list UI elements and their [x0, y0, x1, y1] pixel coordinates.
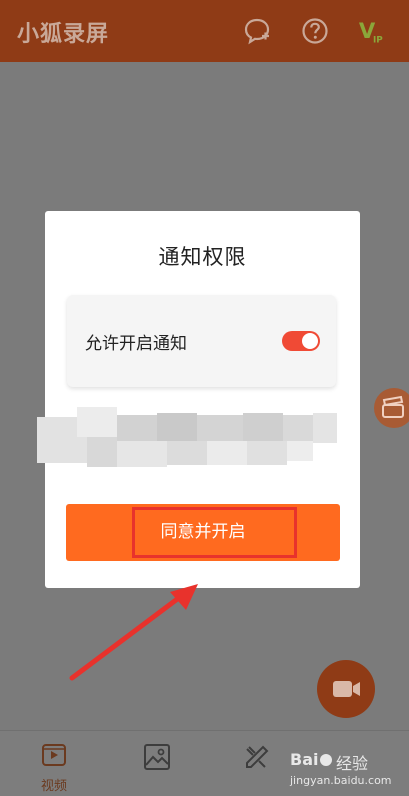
chat-add-icon[interactable] [242, 16, 272, 46]
app-header: 小狐录屏 V IP [0, 0, 409, 62]
video-icon [42, 744, 66, 766]
video-camera-icon [333, 681, 360, 697]
notification-switch[interactable] [282, 331, 320, 351]
nav-item-video[interactable]: 视频 [34, 743, 74, 794]
record-fab[interactable] [317, 660, 375, 718]
nav-label-video: 视频 [40, 779, 67, 794]
vip-icon[interactable]: V IP [358, 16, 388, 46]
nav-item-image[interactable] [142, 743, 172, 775]
nav-item-tools[interactable] [242, 743, 272, 775]
tools-icon [246, 745, 269, 768]
watermark-brand: Bai [290, 750, 318, 769]
watermark-text: 经验 [336, 754, 369, 773]
image-icon [144, 744, 170, 770]
blurred-text-region [37, 407, 337, 479]
vip-sub: IP [373, 35, 383, 45]
side-camera-badge[interactable] [374, 388, 409, 428]
watermark-url: jingyan.baidu.com [290, 774, 392, 787]
toggle-label: 允许开启通知 [85, 334, 187, 354]
highlight-box [132, 507, 297, 558]
notification-toggle-card: 允许开启通知 [67, 295, 336, 387]
app-title: 小狐录屏 [17, 22, 110, 47]
help-icon[interactable] [300, 16, 330, 46]
annotation-arrow [69, 584, 198, 681]
watermark: Bai 经验 jingyan.baidu.com [290, 744, 402, 792]
dialog-title: 通知权限 [158, 245, 247, 269]
switch-knob [302, 333, 318, 349]
baidu-paw-icon: Bai [290, 750, 332, 769]
clapper-icon [382, 395, 404, 418]
